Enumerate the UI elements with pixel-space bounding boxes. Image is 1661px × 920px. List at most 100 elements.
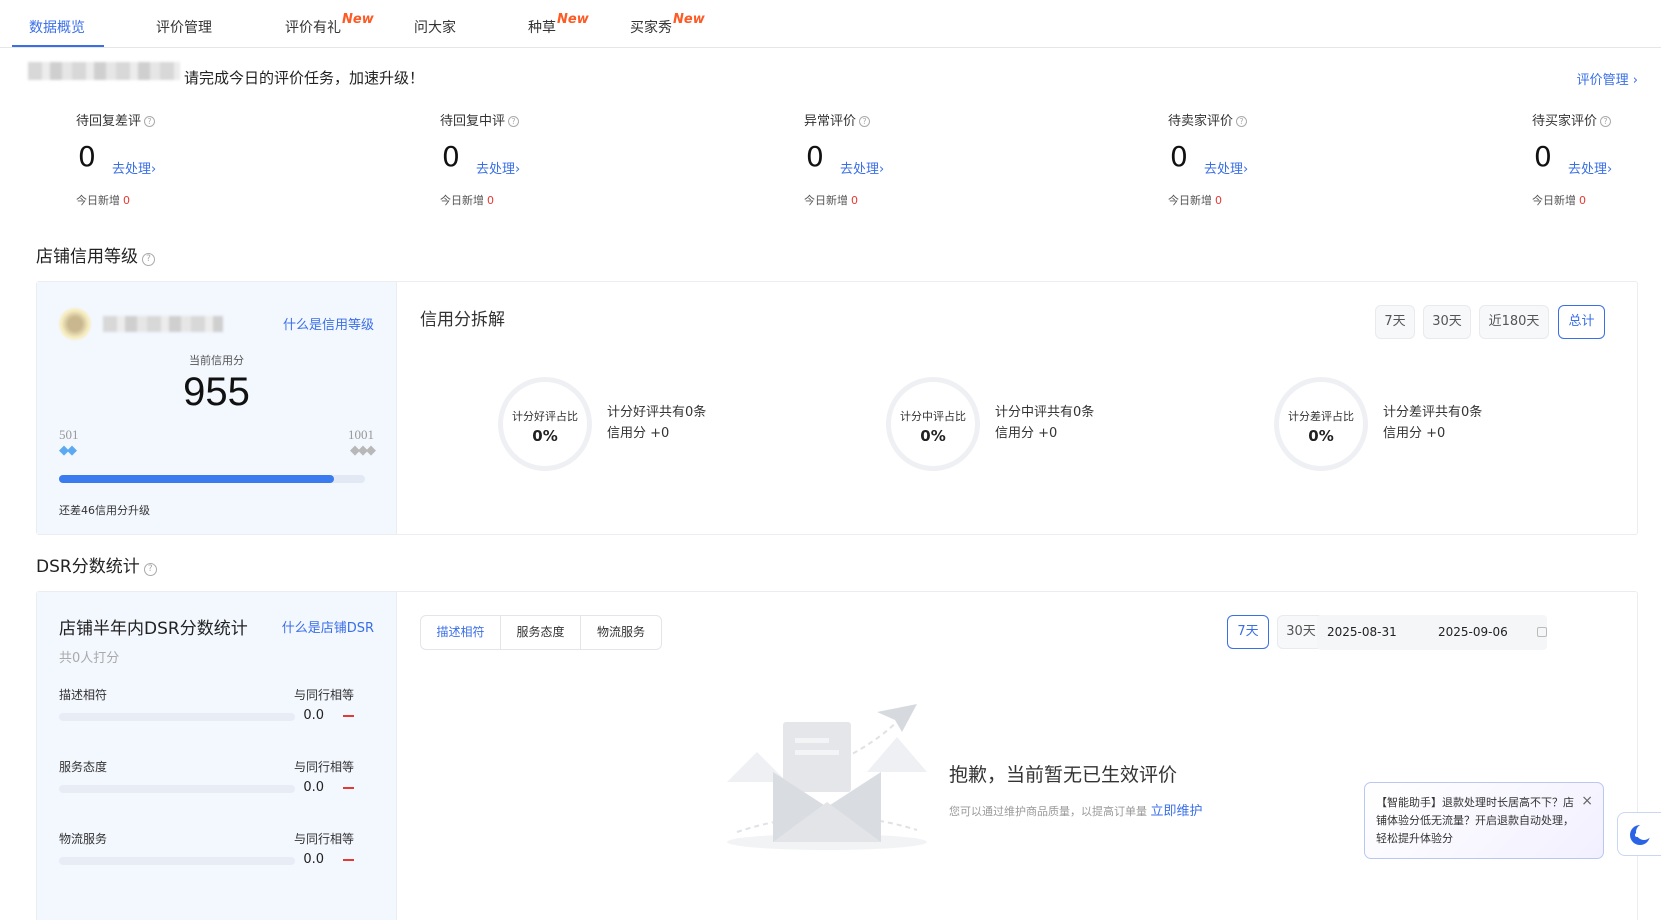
empty-title: 抱歉，当前暂无已生效评价 bbox=[949, 764, 1178, 786]
review-management-link[interactable]: 评价管理 › bbox=[1577, 69, 1638, 88]
minus-icon bbox=[343, 787, 354, 789]
metric-value: 0 bbox=[78, 140, 96, 173]
credit-progress bbox=[59, 475, 365, 483]
what-is-dsr-link[interactable]: 什么是店铺DSR bbox=[282, 617, 374, 636]
neutral-review-info: 计分中评共有0条 信用分 +0 bbox=[995, 405, 1095, 441]
what-is-credit-link[interactable]: 什么是信用等级 bbox=[283, 314, 374, 333]
credit-panel: 什么是信用等级 当前信用分 955 501 1001 ◆◆ ◆◆◆ 还差46信用… bbox=[36, 281, 1638, 535]
metric-today: 今日新增 0 bbox=[804, 194, 858, 207]
new-badge: New bbox=[673, 12, 705, 27]
ring-percent: 0% bbox=[532, 427, 558, 445]
date-range-picker[interactable]: 2025-08-31 2025-09-06 bbox=[1317, 615, 1547, 650]
minus-icon bbox=[343, 715, 354, 717]
dsr-card: 店铺半年内DSR分数统计 什么是店铺DSR 共0人打分 描述相符 与同行相等 0.… bbox=[37, 592, 397, 920]
help-icon[interactable]: ? bbox=[508, 116, 520, 127]
period-total[interactable]: 总计 bbox=[1558, 305, 1605, 339]
metric-label: 待回复中评 bbox=[440, 114, 506, 129]
metric-handle-link[interactable]: 去处理› bbox=[112, 158, 156, 177]
metric-today: 今日新增 0 bbox=[1168, 194, 1222, 207]
neutral-review-ring: 计分中评占比 0% bbox=[886, 377, 980, 471]
ring-label: 计分中评占比 bbox=[900, 410, 966, 423]
credit-card: 什么是信用等级 当前信用分 955 501 1001 ◆◆ ◆◆◆ 还差46信用… bbox=[37, 282, 397, 534]
dsr-panel: 店铺半年内DSR分数统计 什么是店铺DSR 共0人打分 描述相符 与同行相等 0.… bbox=[36, 591, 1638, 920]
bad-review-ring: 计分差评占比 0% bbox=[1274, 377, 1368, 471]
period-180d[interactable]: 近180天 bbox=[1479, 305, 1549, 339]
metric-label: 待买家评价 bbox=[1532, 114, 1598, 129]
good-review-info: 计分好评共有0条 信用分 +0 bbox=[607, 405, 707, 441]
upgrade-text: 还差46信用分升级 bbox=[59, 504, 150, 517]
dsr-period-7d[interactable]: 7天 bbox=[1227, 615, 1269, 649]
metric-abnormal: 异常评价? 0 去处理› 今日新增 0 bbox=[804, 110, 1004, 207]
metric-today: 今日新增 0 bbox=[76, 194, 130, 207]
tab-ask-everyone[interactable]: 问大家 bbox=[414, 17, 456, 37]
tab-grass[interactable]: 种草 New bbox=[528, 12, 589, 37]
close-icon[interactable]: × bbox=[1581, 793, 1593, 809]
current-credit-score: 955 bbox=[183, 370, 250, 414]
range-max: 1001 bbox=[348, 427, 374, 442]
metric-pending-buyer: 待买家评价? 0 去处理› 今日新增 0 bbox=[1532, 110, 1652, 207]
date-end: 2025-09-06 bbox=[1438, 625, 1508, 639]
new-badge: New bbox=[557, 12, 589, 27]
help-icon[interactable]: ? bbox=[143, 563, 157, 576]
metric-value: 0 bbox=[806, 140, 824, 173]
calendar-icon bbox=[1537, 627, 1547, 637]
good-review-ring: 计分好评占比 0% bbox=[498, 377, 592, 471]
metric-handle-link[interactable]: 去处理› bbox=[1204, 158, 1248, 177]
tab-buyer-show[interactable]: 买家秀 New bbox=[630, 12, 705, 37]
dsr-rater-count: 共0人打分 bbox=[59, 651, 120, 666]
metric-pending-bad: 待回复差评? 0 去处理› 今日新增 0 bbox=[76, 110, 276, 207]
credit-section-title: 店铺信用等级? bbox=[36, 242, 155, 267]
metric-label: 待回复差评 bbox=[76, 114, 142, 129]
metric-label: 待卖家评价 bbox=[1168, 114, 1234, 129]
metric-handle-link[interactable]: 去处理› bbox=[476, 158, 520, 177]
dsr-tab-service[interactable]: 服务态度 bbox=[501, 616, 581, 649]
metric-handle-link[interactable]: 去处理› bbox=[1568, 158, 1612, 177]
dsr-tab-logistics[interactable]: 物流服务 bbox=[581, 616, 661, 649]
notice-text: 请完成今日的评价任务，加速升级！ bbox=[184, 69, 425, 87]
dsr-tab-description[interactable]: 描述相符 bbox=[421, 616, 501, 649]
help-icon[interactable]: ? bbox=[1236, 116, 1248, 127]
credit-progress-fill bbox=[59, 475, 335, 483]
diamond-icon: ◆◆◆ bbox=[350, 443, 376, 458]
avatar bbox=[59, 308, 91, 340]
empty-subtitle: 您可以通过维护商品质量，以提高订单量 立即维护 bbox=[949, 804, 1203, 819]
date-start: 2025-08-31 bbox=[1327, 625, 1397, 639]
assistant-icon[interactable] bbox=[1617, 812, 1661, 856]
active-tab-indicator bbox=[12, 45, 104, 47]
tab-overview[interactable]: 数据概览 bbox=[29, 17, 85, 37]
minus-icon bbox=[343, 859, 354, 861]
metric-handle-link[interactable]: 去处理› bbox=[840, 158, 884, 177]
credit-breakdown-title: 信用分拆解 bbox=[420, 310, 505, 330]
metric-today: 今日新增 0 bbox=[1532, 194, 1586, 207]
smart-assistant-popup[interactable]: 【智能助手】退款处理时长居高不下？店铺体验分低无流量？开启退款自动处理，轻松提升… bbox=[1364, 782, 1604, 859]
help-icon[interactable]: ? bbox=[142, 253, 155, 266]
bad-review-info: 计分差评共有0条 信用分 +0 bbox=[1383, 405, 1483, 441]
top-tabs: 数据概览 评价管理 评价有礼 New 问大家 种草 New 买家秀 New bbox=[0, 0, 1661, 48]
blurred-shop-name bbox=[28, 62, 180, 80]
metric-value: 0 bbox=[1534, 140, 1552, 173]
maintain-now-link[interactable]: 立即维护 bbox=[1151, 804, 1203, 819]
range-min: 501 bbox=[59, 427, 79, 442]
tab-review-gift[interactable]: 评价有礼 New bbox=[285, 12, 374, 37]
metric-pending-seller: 待卖家评价? 0 去处理› 今日新增 0 bbox=[1168, 110, 1368, 207]
ring-percent: 0% bbox=[1308, 427, 1334, 445]
metric-value: 0 bbox=[442, 140, 460, 173]
ring-label: 计分好评占比 bbox=[512, 410, 578, 423]
metric-today: 今日新增 0 bbox=[440, 194, 494, 207]
diamond-icon: ◆◆ bbox=[59, 443, 77, 458]
tab-review-management[interactable]: 评价管理 bbox=[156, 17, 212, 37]
dsr-section-title: DSR分数统计? bbox=[36, 552, 157, 577]
dsr-card-title: 店铺半年内DSR分数统计 bbox=[59, 619, 248, 639]
blurred-shop-name bbox=[103, 316, 223, 332]
ring-label: 计分差评占比 bbox=[1288, 410, 1354, 423]
assistant-icon bbox=[1630, 824, 1652, 845]
assistant-text: 【智能助手】退款处理时长居高不下？店铺体验分低无流量？开启退款自动处理，轻松提升… bbox=[1376, 796, 1574, 845]
help-icon[interactable]: ? bbox=[144, 116, 156, 127]
period-7d[interactable]: 7天 bbox=[1375, 305, 1415, 339]
period-30d[interactable]: 30天 bbox=[1423, 305, 1471, 339]
help-icon[interactable]: ? bbox=[1600, 116, 1612, 127]
ring-percent: 0% bbox=[920, 427, 946, 445]
metric-value: 0 bbox=[1170, 140, 1188, 173]
help-icon[interactable]: ? bbox=[859, 116, 871, 127]
current-credit-label: 当前信用分 bbox=[189, 354, 244, 367]
